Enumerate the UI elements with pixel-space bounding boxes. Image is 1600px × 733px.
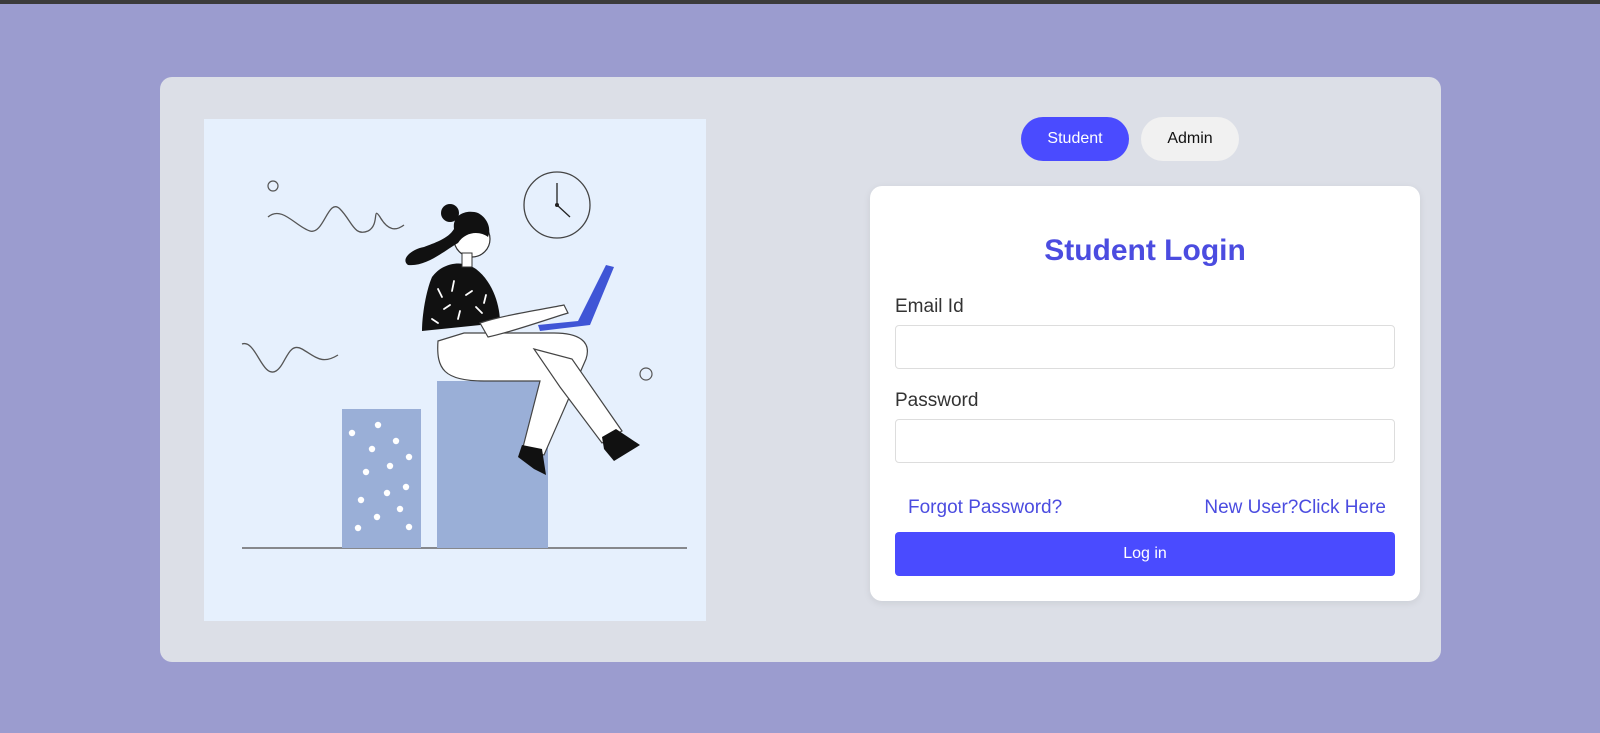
login-title: Student Login [1044,234,1246,267]
password-label: Password [895,390,979,411]
role-toggle: Student Admin [1021,117,1239,161]
admin-role-button[interactable]: Admin [1141,117,1239,161]
student-role-button[interactable]: Student [1021,117,1129,161]
password-field[interactable] [895,419,1395,463]
forgot-password-link[interactable]: Forgot Password? [908,497,1062,519]
browser-top-bar [0,0,1600,4]
login-form: Student Login Email Id Password Forgot P… [870,186,1420,601]
email-label: Email Id [895,296,964,317]
login-button[interactable]: Log in [895,532,1395,576]
woman-laptop-illustration [204,119,706,621]
new-user-link[interactable]: New User?Click Here [1204,497,1386,519]
login-card: Student Admin Student Login Email Id Pas… [160,77,1441,662]
email-field[interactable] [895,325,1395,369]
